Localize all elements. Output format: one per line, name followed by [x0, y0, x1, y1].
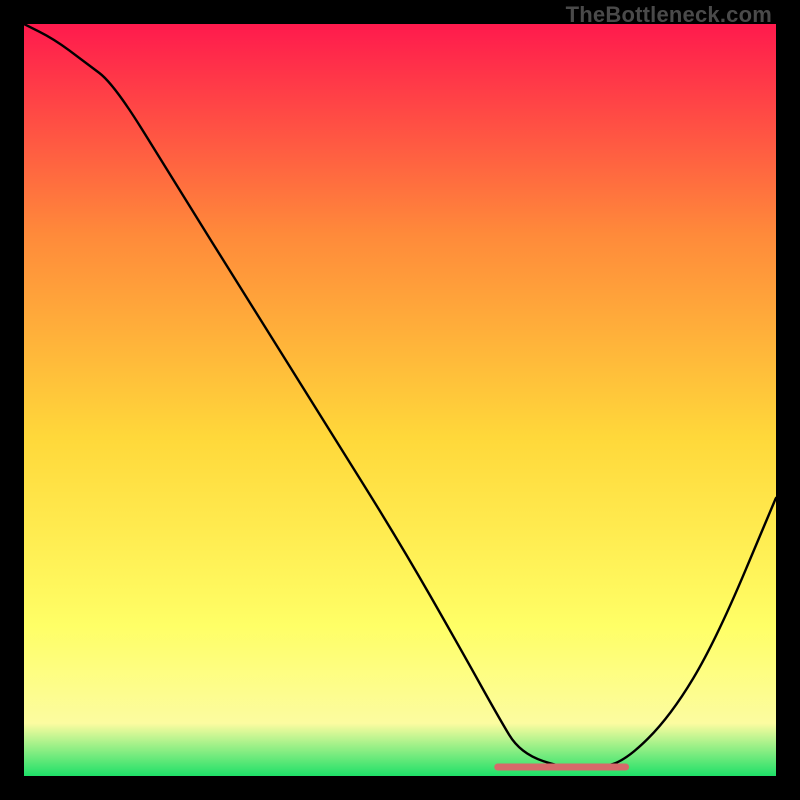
- gradient-panel: [24, 24, 776, 776]
- bottleneck-chart: [24, 24, 776, 776]
- watermark-label: TheBottleneck.com: [566, 2, 772, 28]
- chart-frame: [24, 24, 776, 776]
